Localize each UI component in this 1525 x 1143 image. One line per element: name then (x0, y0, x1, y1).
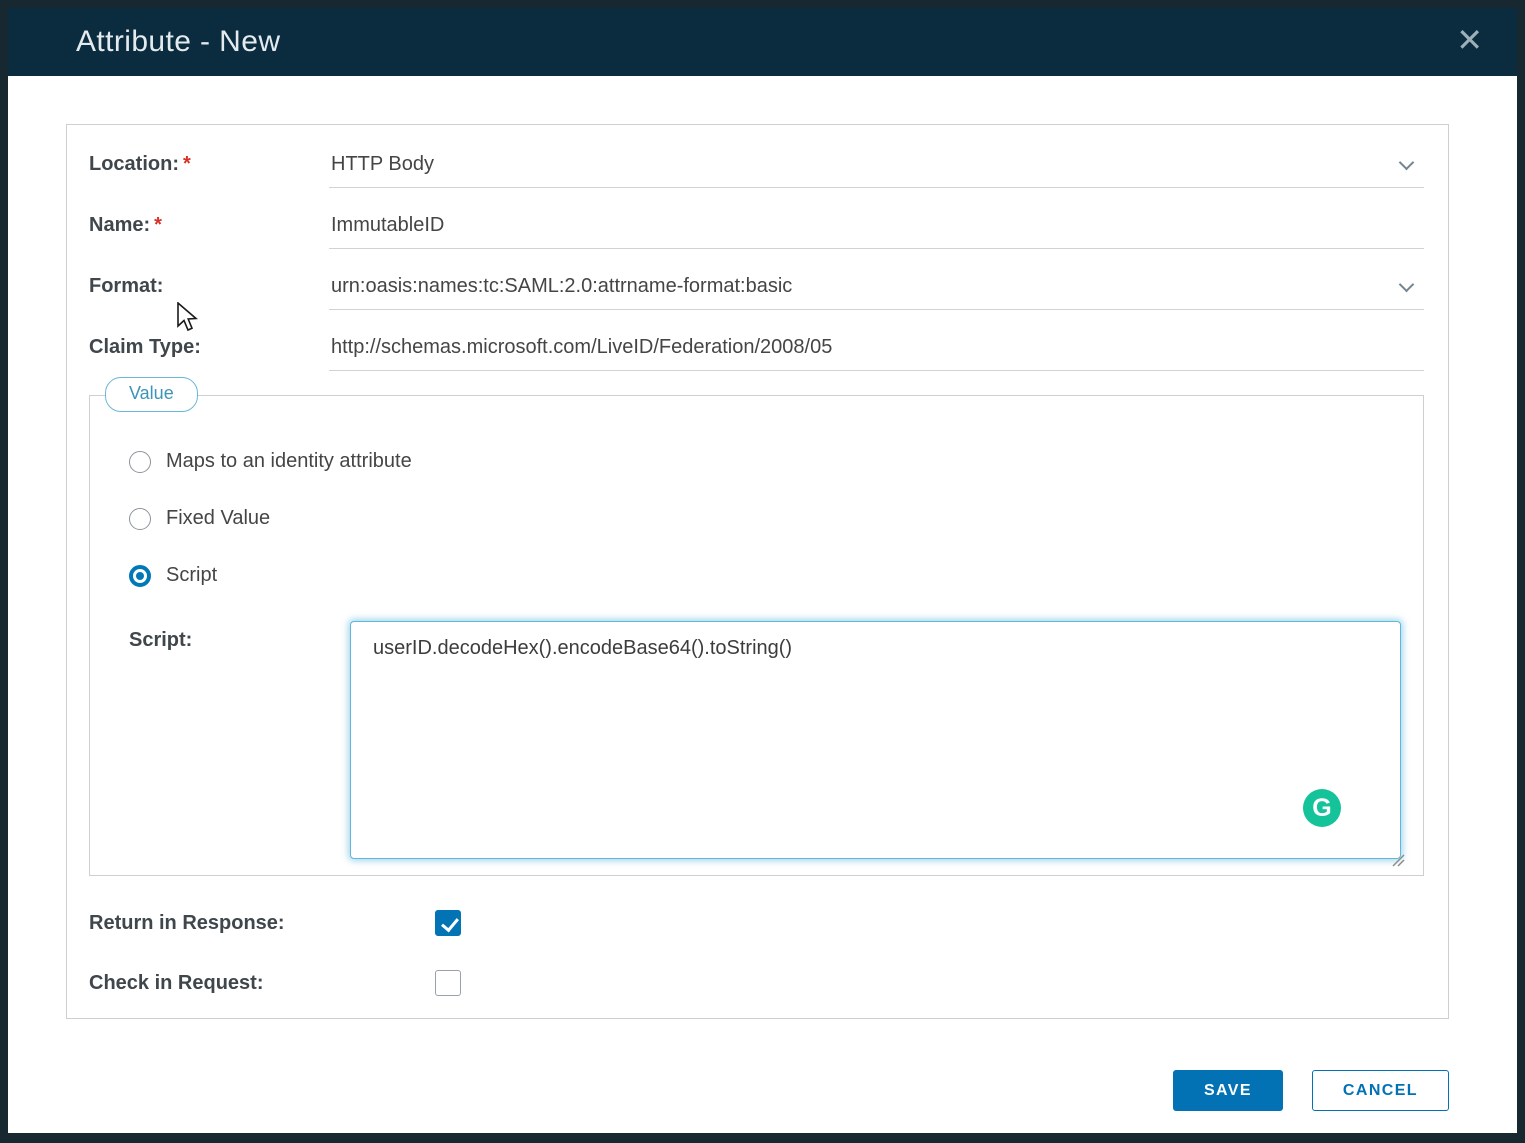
attribute-form-panel: Location:* HTTP Body Name:* ImmutableID … (66, 124, 1449, 1019)
chevron-down-icon[interactable] (1399, 155, 1415, 171)
return-in-response-checkbox[interactable] (435, 910, 461, 936)
claim-type-label: Claim Type: (89, 334, 329, 359)
check-in-request-row: Check in Request: (89, 970, 1424, 996)
check-in-request-checkbox[interactable] (435, 970, 461, 996)
chevron-down-icon[interactable] (1399, 277, 1415, 293)
close-icon[interactable]: ✕ (1456, 24, 1483, 56)
script-area-wrap: userID.decodeHex().encodeBase64().toStri… (350, 621, 1401, 859)
required-asterisk: * (183, 153, 191, 175)
dialog-footer: SAVE CANCEL (66, 1070, 1449, 1111)
cancel-button[interactable]: CANCEL (1312, 1070, 1449, 1111)
claim-type-input[interactable]: http://schemas.microsoft.com/LiveID/Fede… (329, 334, 1424, 371)
format-select[interactable]: urn:oasis:names:tc:SAML:2.0:attrname-for… (329, 273, 1424, 310)
location-select[interactable]: HTTP Body (329, 151, 1424, 188)
resize-handle-icon[interactable] (1389, 851, 1405, 867)
radio-label: Script (166, 564, 217, 587)
modal-title: Attribute - New (76, 25, 280, 59)
check-in-request-label: Check in Request: (89, 972, 435, 995)
save-button[interactable]: SAVE (1173, 1070, 1283, 1111)
radio-maps-to-identity-attribute[interactable]: Maps to an identity attribute (129, 450, 1401, 473)
location-value: HTTP Body (331, 153, 434, 175)
radio-fixed-value[interactable]: Fixed Value (129, 507, 1401, 530)
radio-script[interactable]: Script (129, 564, 1401, 587)
claim-type-row: Claim Type: http://schemas.microsoft.com… (89, 334, 1424, 371)
script-textarea[interactable]: userID.decodeHex().encodeBase64().toStri… (350, 621, 1401, 859)
script-row: Script: userID.decodeHex().encodeBase64(… (129, 621, 1401, 859)
claim-type-value: http://schemas.microsoft.com/LiveID/Fede… (331, 336, 832, 358)
modal-header: Attribute - New ✕ (8, 8, 1517, 76)
modal-body: Location:* HTTP Body Name:* ImmutableID … (8, 76, 1517, 1133)
value-section: Maps to an identity attribute Fixed Valu… (89, 395, 1424, 876)
return-in-response-row: Return in Response: (89, 910, 1424, 936)
format-value: urn:oasis:names:tc:SAML:2.0:attrname-for… (331, 275, 792, 297)
radio-label: Fixed Value (166, 507, 270, 530)
name-value: ImmutableID (331, 214, 444, 236)
radio-icon[interactable] (129, 565, 151, 587)
required-asterisk: * (154, 214, 162, 236)
radio-icon[interactable] (129, 508, 151, 530)
location-label: Location:* (89, 151, 329, 176)
modal-frame: Attribute - New ✕ Location:* HTTP Body N… (0, 0, 1525, 1143)
location-label-text: Location: (89, 153, 179, 175)
return-in-response-label: Return in Response: (89, 912, 435, 935)
format-row: Format: urn:oasis:names:tc:SAML:2.0:attr… (89, 273, 1424, 310)
name-label: Name:* (89, 212, 329, 237)
radio-label: Maps to an identity attribute (166, 450, 412, 473)
name-input[interactable]: ImmutableID (329, 212, 1424, 249)
location-row: Location:* HTTP Body (89, 151, 1424, 188)
grammarly-icon[interactable]: G (1303, 789, 1341, 827)
radio-icon[interactable] (129, 451, 151, 473)
name-row: Name:* ImmutableID (89, 212, 1424, 249)
tab-value[interactable]: Value (105, 377, 198, 412)
name-label-text: Name: (89, 214, 150, 236)
script-label: Script: (129, 621, 350, 652)
format-label: Format: (89, 273, 329, 298)
